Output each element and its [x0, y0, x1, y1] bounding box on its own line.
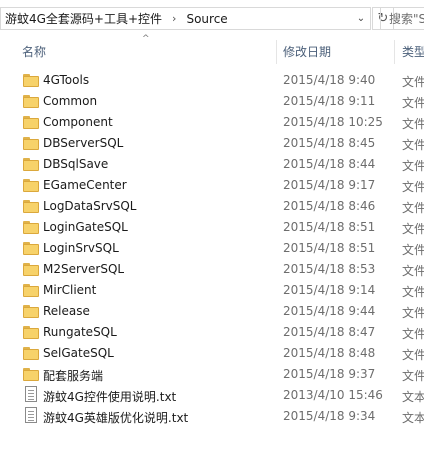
item-date: 2015/4/18 10:25: [283, 115, 383, 129]
item-type: 文件: [402, 201, 424, 215]
folder-icon: [23, 199, 39, 213]
folder-icon: [23, 136, 39, 150]
list-item[interactable]: 配套服务端 2015/4/18 9:37 文件: [0, 364, 424, 385]
folder-icon: [23, 178, 39, 192]
item-type: 文件: [402, 369, 424, 383]
item-date: 2015/4/18 8:46: [283, 199, 376, 213]
folder-icon: [23, 283, 39, 297]
item-type: 文本: [402, 390, 424, 404]
item-name: DBServerSQL: [43, 136, 124, 150]
item-date: 2015/4/18 9:34: [283, 409, 376, 423]
item-type: 文件: [402, 243, 424, 257]
item-type: 文件: [402, 180, 424, 194]
item-date: 2015/4/18 9:11: [283, 94, 376, 108]
text-file-icon: [25, 386, 37, 402]
item-date: 2015/4/18 8:48: [283, 346, 376, 360]
item-date: 2015/4/18 8:44: [283, 157, 376, 171]
item-type: 文件: [402, 96, 424, 110]
column-divider[interactable]: [394, 40, 395, 64]
list-item[interactable]: M2ServerSQL 2015/4/18 8:53 文件: [0, 259, 424, 280]
list-item[interactable]: LoginGateSQL 2015/4/18 8:51 文件: [0, 217, 424, 238]
folder-icon: [23, 346, 39, 360]
item-date: 2015/4/18 8:51: [283, 220, 376, 234]
folder-icon: [23, 220, 39, 234]
item-type: 文件: [402, 222, 424, 236]
item-name: SelGateSQL: [43, 346, 114, 360]
list-item[interactable]: Common 2015/4/18 9:11 文件: [0, 91, 424, 112]
list-item[interactable]: Component 2015/4/18 10:25 文件: [0, 112, 424, 133]
list-item[interactable]: 游蚊4G控件使用说明.txt 2013/4/10 15:46 文本: [0, 385, 424, 406]
folder-icon: [23, 115, 39, 129]
item-name: M2ServerSQL: [43, 262, 125, 276]
breadcrumb-source[interactable]: Source: [182, 12, 231, 26]
item-date: 2015/4/18 9:44: [283, 304, 376, 318]
item-name: Common: [43, 94, 98, 108]
item-date: 2015/4/18 8:51: [283, 241, 376, 255]
item-type: 文件: [402, 138, 424, 152]
item-date: 2015/4/18 8:47: [283, 325, 376, 339]
item-type: 文件: [402, 117, 424, 131]
item-name: 4GTools: [43, 73, 90, 87]
item-name: 游蚊4G控件使用说明.txt: [43, 390, 177, 404]
file-list: 4GTools 2015/4/18 9:40 文件 Common 2015/4/…: [0, 70, 424, 427]
item-name: LoginSrvSQL: [43, 241, 119, 255]
breadcrumb-separator-icon[interactable]: ›: [166, 12, 182, 25]
column-header: 名称 修改日期 类型: [0, 40, 424, 64]
folder-icon: [23, 157, 39, 171]
search-input[interactable]: 搜索"S: [380, 7, 424, 30]
column-header-type[interactable]: 类型: [402, 43, 424, 60]
item-date: 2015/4/18 8:53: [283, 262, 376, 276]
list-item[interactable]: MirClient 2015/4/18 9:14 文件: [0, 280, 424, 301]
item-type: 文件: [402, 348, 424, 362]
folder-icon: [23, 325, 39, 339]
list-item[interactable]: 游蚊4G英雄版优化说明.txt 2015/4/18 9:34 文本: [0, 406, 424, 427]
column-header-name[interactable]: 名称: [22, 43, 46, 60]
folder-icon: [23, 241, 39, 255]
item-date: 2015/4/18 9:37: [283, 367, 376, 381]
item-name: LogDataSrvSQL: [43, 199, 137, 213]
item-date: 2015/4/18 9:14: [283, 283, 376, 297]
address-dropdown-icon[interactable]: ⌄: [351, 8, 371, 29]
folder-icon: [23, 304, 39, 318]
item-name: 游蚊4G英雄版优化说明.txt: [43, 411, 189, 425]
item-name: 配套服务端: [43, 369, 104, 383]
address-bar[interactable]: 游蚊4G全套源码+工具+控件 › Source: [0, 7, 371, 30]
list-item[interactable]: DBServerSQL 2015/4/18 8:45 文件: [0, 133, 424, 154]
list-item[interactable]: LogDataSrvSQL 2015/4/18 8:46 文件: [0, 196, 424, 217]
folder-icon: [23, 73, 39, 87]
item-name: Component: [43, 115, 113, 129]
folder-icon: [23, 262, 39, 276]
list-item[interactable]: EGameCenter 2015/4/18 9:17 文件: [0, 175, 424, 196]
item-date: 2015/4/18 9:17: [283, 178, 376, 192]
list-item[interactable]: SelGateSQL 2015/4/18 8:48 文件: [0, 343, 424, 364]
folder-icon: [23, 94, 39, 108]
column-divider[interactable]: [276, 40, 277, 64]
text-file-icon: [25, 407, 37, 423]
item-date: 2015/4/18 9:40: [283, 73, 376, 87]
item-date: 2015/4/18 8:45: [283, 136, 376, 150]
item-type: 文件: [402, 327, 424, 341]
item-name: Release: [43, 304, 90, 318]
folder-icon: [23, 367, 39, 381]
list-item[interactable]: 4GTools 2015/4/18 9:40 文件: [0, 70, 424, 91]
item-type: 文件: [402, 285, 424, 299]
list-item[interactable]: RungateSQL 2015/4/18 8:47 文件: [0, 322, 424, 343]
item-name: LoginGateSQL: [43, 220, 128, 234]
breadcrumb-root[interactable]: 游蚊4G全套源码+工具+控件: [1, 10, 166, 27]
list-item[interactable]: Release 2015/4/18 9:44 文件: [0, 301, 424, 322]
list-item[interactable]: DBSqlSave 2015/4/18 8:44 文件: [0, 154, 424, 175]
item-type: 文本: [402, 411, 424, 425]
item-name: RungateSQL: [43, 325, 117, 339]
item-type: 文件: [402, 264, 424, 278]
item-date: 2013/4/10 15:46: [283, 388, 383, 402]
item-name: MirClient: [43, 283, 97, 297]
item-name: DBSqlSave: [43, 157, 109, 171]
item-type: 文件: [402, 75, 424, 89]
item-type: 文件: [402, 306, 424, 320]
item-type: 文件: [402, 159, 424, 173]
list-item[interactable]: LoginSrvSQL 2015/4/18 8:51 文件: [0, 238, 424, 259]
column-header-date[interactable]: 修改日期: [283, 43, 331, 60]
item-name: EGameCenter: [43, 178, 127, 192]
